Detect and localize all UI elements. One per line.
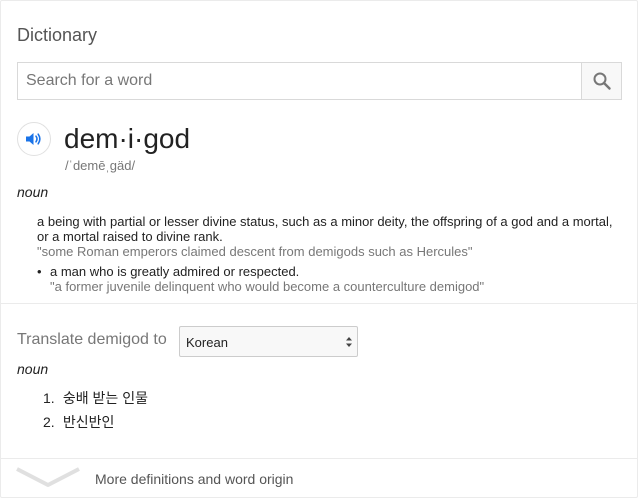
language-select-value: Korean — [186, 335, 228, 350]
language-select[interactable]: Korean — [179, 326, 358, 357]
search-icon — [593, 72, 611, 90]
more-definitions-button[interactable]: More definitions and word origin — [1, 459, 637, 497]
search-box — [17, 62, 622, 100]
translation-part-of-speech: noun — [17, 361, 49, 377]
divider — [1, 303, 637, 304]
translate-label: Translate demigod to — [17, 331, 167, 348]
definition-example: "a former juvenile delinquent who would … — [50, 279, 485, 294]
more-definitions-label: More definitions and word origin — [95, 471, 294, 487]
dictionary-card: Dictionary dem·i·god /ˈdemēˌgäd/ noun a … — [0, 0, 638, 498]
definition-1: a being with partial or lesser divine st… — [37, 214, 622, 259]
bullet: • — [37, 264, 42, 279]
list-item: 2. 반신반인 — [43, 414, 115, 430]
list-item: 1. 숭배 받는 인물 — [43, 390, 148, 406]
part-of-speech: noun — [17, 184, 49, 200]
definition-text: a man who is greatly admired or respecte… — [50, 264, 300, 279]
headword: dem·i·god — [64, 123, 191, 154]
pronunciation-audio-button[interactable] — [17, 122, 51, 156]
search-button[interactable] — [581, 63, 621, 99]
chevron-down-icon — [16, 467, 80, 487]
card-title: Dictionary — [17, 25, 98, 45]
search-input[interactable] — [18, 63, 582, 99]
definition-example: "some Roman emperors claimed descent fro… — [37, 244, 473, 259]
translation-text: 숭배 받는 인물 — [62, 390, 148, 406]
speaker-icon — [26, 133, 41, 145]
phonetic-spelling: /ˈdemēˌgäd/ — [65, 158, 136, 173]
translation-list: 1. 숭배 받는 인물 2. 반신반인 — [43, 386, 148, 434]
select-arrows-icon — [346, 337, 352, 347]
translation-text: 반신반인 — [62, 414, 115, 430]
definition-text: a being with partial or lesser divine st… — [37, 214, 613, 244]
